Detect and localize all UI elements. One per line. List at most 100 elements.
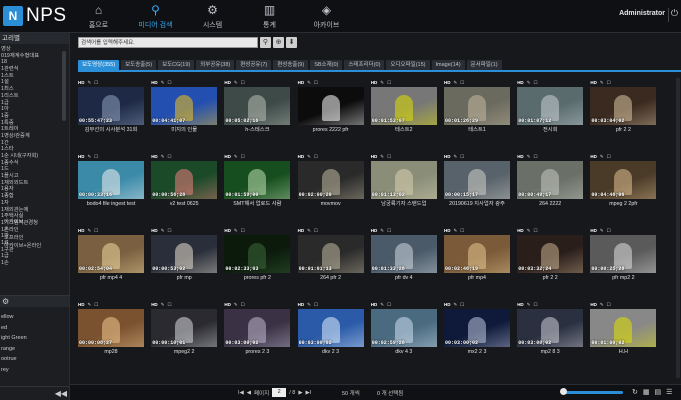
storage-filter-item[interactable]: 오프라인 xyxy=(0,234,69,242)
category-item[interactable]: 1급 xyxy=(0,100,69,107)
thumbnail[interactable]: 00:04:46;06 xyxy=(590,161,657,199)
thumbnail[interactable]: 00:02:46;19 xyxy=(444,235,510,273)
thumbnail[interactable]: 00:01:59;00 xyxy=(224,161,291,199)
checkbox[interactable]: ☐ xyxy=(533,154,537,160)
edit-icon[interactable]: ✎ xyxy=(88,80,92,86)
thumbnail[interactable]: 00:00:33;16 xyxy=(78,161,144,199)
color-filter-item[interactable]: rey xyxy=(0,365,69,376)
checkbox[interactable]: ☐ xyxy=(314,302,318,308)
media-card[interactable]: HD ✎ ☐ 00:01:01;13 264 pfr 2 xyxy=(297,226,364,288)
checkbox[interactable]: ☐ xyxy=(387,154,391,160)
thumbnail[interactable]: 00:03:00;02 xyxy=(297,309,364,347)
category-tab[interactable]: 편성송출(9) xyxy=(273,60,309,70)
edit-icon[interactable]: ✎ xyxy=(234,80,238,86)
search-icon[interactable]: ⚲ xyxy=(260,36,271,48)
power-icon[interactable]: ⏻ xyxy=(671,8,678,19)
media-card[interactable]: HD ✎ ☐ prores 2222 pfr xyxy=(297,78,364,140)
page-input[interactable]: 2 xyxy=(272,388,287,397)
media-card[interactable]: HD ✎ ☐ 00:01:53;07 테스트2 xyxy=(370,78,437,140)
thumbnail[interactable]: 00:01:53;07 xyxy=(370,87,437,125)
edit-icon[interactable]: ✎ xyxy=(161,80,165,86)
category-tab[interactable]: 스테프리더(0) xyxy=(344,60,385,70)
category-item[interactable]: 1플시고 xyxy=(0,173,69,180)
search-input[interactable]: 검색어를 입력해주세요. xyxy=(78,36,258,48)
nav-item[interactable]: ◈ 아카이브 xyxy=(298,0,355,33)
category-item[interactable]: 1트레이 xyxy=(0,126,69,133)
edit-icon[interactable]: ✎ xyxy=(161,154,165,160)
refresh-icon[interactable]: ↻ xyxy=(632,388,638,396)
list-view-icon[interactable]: ▤ xyxy=(655,388,662,396)
thumbnail[interactable]: 00:01:33;28 xyxy=(370,235,437,273)
checkbox[interactable]: ☐ xyxy=(94,80,98,86)
category-tab[interactable]: 외부공유(38) xyxy=(196,60,235,70)
nav-item[interactable]: ⚙ 시스템 xyxy=(184,0,241,33)
checkbox[interactable]: ☐ xyxy=(607,228,611,234)
thumbnail[interactable]: 00:00:15;17 xyxy=(444,161,510,199)
thumbnail[interactable]: 00:00:25;28 xyxy=(590,235,657,273)
edit-icon[interactable]: ✎ xyxy=(307,80,311,86)
media-card[interactable]: HD ✎ ☐ 00:02:54;04 pfr mp4 4 xyxy=(78,226,144,288)
checkbox[interactable]: ☐ xyxy=(460,154,464,160)
edit-icon[interactable]: ✎ xyxy=(527,80,531,86)
media-card[interactable]: HD ✎ ☐ 00:02:00;20 movmov xyxy=(297,152,364,214)
checkbox[interactable]: ☐ xyxy=(460,228,464,234)
color-filter-item[interactable]: ootrue xyxy=(0,354,69,365)
edit-icon[interactable]: ✎ xyxy=(527,154,531,160)
thumbnail[interactable]: 00:02:59;28 xyxy=(370,309,437,347)
edit-icon[interactable]: ✎ xyxy=(161,302,165,308)
thumbnail[interactable]: 00:03:00;02 xyxy=(517,309,584,347)
download-icon[interactable]: ⬇ xyxy=(286,36,297,48)
slider-handle[interactable] xyxy=(560,388,567,395)
edit-icon[interactable]: ✎ xyxy=(307,154,311,160)
media-card[interactable]: HD ✎ ☐ 00:00:53;02 pfr mp xyxy=(151,226,218,288)
checkbox[interactable]: ☐ xyxy=(314,80,318,86)
media-card[interactable]: HD ✎ ☐ 00:03:00;02 mp2 8 3 xyxy=(517,300,584,362)
edit-icon[interactable]: ✎ xyxy=(454,228,458,234)
category-tab[interactable]: 보도영상(355) xyxy=(78,60,120,70)
checkbox[interactable]: ☐ xyxy=(387,228,391,234)
media-card[interactable]: HD ✎ ☐ 00:04:41;07 미지의 인물 xyxy=(151,78,218,140)
category-item[interactable]: 1아 xyxy=(0,106,69,113)
category-item[interactable]: 1관련식 xyxy=(0,66,69,73)
media-card[interactable]: HD ✎ ☐ 00:03:00;02 prores 2 3 xyxy=(224,300,291,362)
checkbox[interactable]: ☐ xyxy=(167,302,171,308)
category-tab[interactable]: 오디오파일(15) xyxy=(386,60,430,70)
category-item[interactable]: 영상 xyxy=(0,46,69,53)
edit-icon[interactable]: ✎ xyxy=(380,302,384,308)
color-filter-item[interactable]: ed xyxy=(0,323,69,334)
category-item[interactable]: 1종수식 xyxy=(0,160,69,167)
thumbnail[interactable]: 00:55:47;23 xyxy=(78,87,144,125)
edit-icon[interactable]: ✎ xyxy=(527,228,531,234)
color-filter-item[interactable]: ight Green xyxy=(0,333,69,344)
category-item[interactable]: 1손 xyxy=(0,260,69,267)
thumbnail[interactable] xyxy=(297,87,364,125)
media-card[interactable]: HD ✎ ☐ 00:00:56;28 v2 test 0625 xyxy=(151,152,218,214)
menu-icon[interactable]: ☰ xyxy=(666,388,672,396)
checkbox[interactable]: ☐ xyxy=(241,154,245,160)
thumbnail[interactable]: 00:01:01;13 xyxy=(297,235,364,273)
checkbox[interactable]: ☐ xyxy=(387,302,391,308)
nav-item[interactable]: ⌂ 홈으로 xyxy=(70,0,127,33)
category-tab[interactable]: 보도CG(19) xyxy=(158,60,195,70)
category-tab[interactable]: 편성공유(7) xyxy=(236,60,272,70)
edit-icon[interactable]: ✎ xyxy=(600,80,604,86)
media-card[interactable]: HD ✎ ☐ 00:00:25;28 pfr mp2 2 xyxy=(590,226,657,288)
checkbox[interactable]: ☐ xyxy=(607,154,611,160)
thumbnail[interactable]: 00:00:10;01 xyxy=(151,309,218,347)
category-tab[interactable]: Image(14) xyxy=(431,60,465,70)
sidebar-scrollbar[interactable] xyxy=(62,51,66,121)
next-page-button[interactable]: ▶ xyxy=(298,390,302,396)
gear-icon[interactable]: ⚙ xyxy=(2,297,9,306)
edit-icon[interactable]: ✎ xyxy=(88,302,92,308)
thumbnail[interactable]: 00:02:54;04 xyxy=(78,235,144,273)
category-tab[interactable]: 문서파일(1) xyxy=(466,60,502,70)
checkbox[interactable]: ☐ xyxy=(94,302,98,308)
thumbnail[interactable]: 00:03:00;02 xyxy=(444,309,510,347)
edit-icon[interactable]: ✎ xyxy=(380,80,384,86)
prev-page-button[interactable]: ◀ xyxy=(247,390,251,396)
collapse-icon[interactable]: ◀◀ xyxy=(55,389,67,398)
media-card[interactable]: HD ✎ ☐ 00:01:00;02 H.H xyxy=(590,300,657,362)
edit-icon[interactable]: ✎ xyxy=(527,302,531,308)
edit-icon[interactable]: ✎ xyxy=(234,302,238,308)
checkbox[interactable]: ☐ xyxy=(533,302,537,308)
